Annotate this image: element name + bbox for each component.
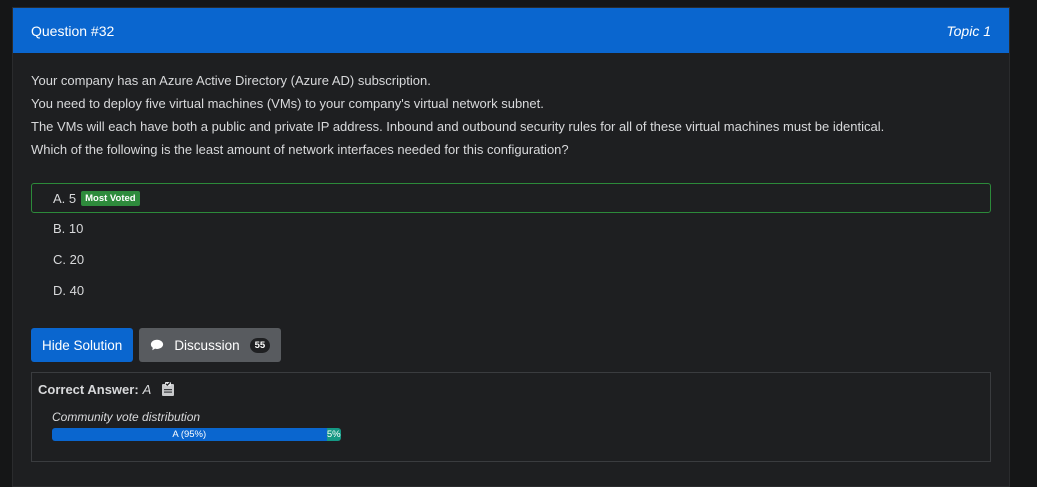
choice-label: A. 5 xyxy=(53,190,77,206)
discussion-count-badge: 55 xyxy=(249,337,271,353)
most-voted-badge: Most Voted xyxy=(81,190,140,206)
question-number: Question #32 xyxy=(31,22,115,39)
question-line: The VMs will each have both a public and… xyxy=(31,119,885,134)
question-text: Your company has an Azure Active Directo… xyxy=(31,73,991,157)
discussion-button[interactable]: Discussion 55 xyxy=(139,328,282,362)
question-line: Your company has an Azure Active Directo… xyxy=(31,73,431,88)
choice-b[interactable]: B. 10 xyxy=(31,214,991,242)
question-body: Your company has an Azure Active Directo… xyxy=(13,53,1009,462)
choice-c[interactable]: C. 20 xyxy=(31,245,991,273)
vote-segment-a: A (95%) xyxy=(52,428,327,441)
vote-distribution-bar: A (95%) 5% xyxy=(52,428,341,441)
choice-label: D. 40 xyxy=(53,282,85,298)
hide-solution-button[interactable]: Hide Solution xyxy=(31,328,134,362)
correct-answer-line: Correct Answer: A xyxy=(38,381,984,397)
correct-answer-value: A xyxy=(142,381,152,397)
discussion-label: Discussion xyxy=(174,337,240,353)
correct-answer-label: Correct Answer: xyxy=(38,381,139,397)
question-header: Question #32 Topic 1 xyxy=(13,8,1009,53)
clipboard-check-icon[interactable] xyxy=(160,381,176,397)
question-line: You need to deploy five virtual machines… xyxy=(31,96,544,111)
choice-d[interactable]: D. 40 xyxy=(31,276,991,304)
question-line: Which of the following is the least amou… xyxy=(31,142,569,157)
choice-a[interactable]: A. 5 Most Voted xyxy=(31,183,991,213)
topic-label: Topic 1 xyxy=(946,22,991,39)
question-card: Question #32 Topic 1 Your company has an… xyxy=(12,7,1010,487)
choice-label: B. 10 xyxy=(53,220,84,236)
choice-label: C. 20 xyxy=(53,251,85,267)
page-margin xyxy=(1010,0,1037,482)
vote-distribution-label: Community vote distribution xyxy=(52,410,201,424)
speech-bubble-icon xyxy=(151,339,164,351)
answer-choices: A. 5 Most Voted B. 10 C. 20 D. 40 xyxy=(31,183,991,304)
answer-panel: Correct Answer: A Community vote distrib… xyxy=(31,372,991,462)
action-buttons: Hide Solution Discussion 55 xyxy=(31,328,991,362)
vote-segment-b: 5% xyxy=(326,428,341,441)
